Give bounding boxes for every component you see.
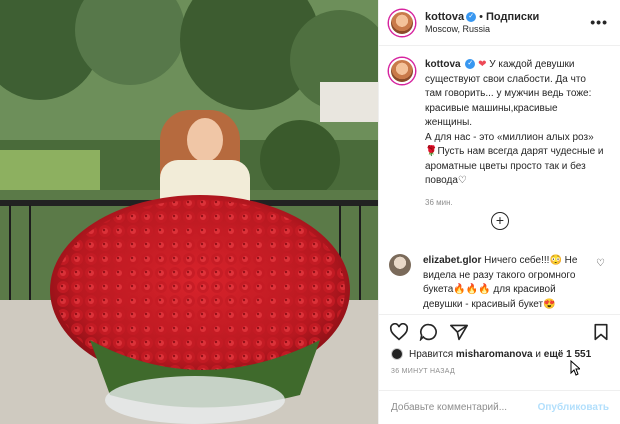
post-location[interactable]: Moscow, Russia — [425, 24, 539, 36]
comment-input[interactable]: Добавьте комментарий... — [391, 402, 507, 413]
caption-username[interactable]: kottova — [425, 59, 461, 70]
caption-avatar[interactable] — [389, 58, 415, 84]
comment-username[interactable]: elizabet.glor — [423, 255, 481, 266]
publish-button[interactable]: Опубликовать — [538, 402, 609, 413]
mouse-cursor-icon — [570, 360, 580, 376]
likes-summary: Нравится misharomanova и ещё 1 551 — [391, 348, 591, 360]
likes-prefix: Нравится — [409, 348, 454, 360]
bookmark-icon[interactable] — [593, 323, 609, 341]
likes-middle: и — [535, 348, 541, 360]
more-options-icon[interactable]: ••• — [590, 14, 608, 30]
comment-item: elizabet.glor Ничего себе!!!😳 Не видела … — [389, 254, 611, 312]
heart-emoji-icon: ❤ — [478, 59, 487, 70]
instagram-post: kottova ✓ • Подписки Moscow, Russia ••• kot… — [0, 0, 620, 424]
post-header: kottova ✓ • Подписки Moscow, Russia ••• — [379, 0, 620, 46]
post-caption: kottova ✓ ❤ У каждой девушки существуют … — [379, 46, 620, 208]
comment-text-block: elizabet.glor Ничего себе!!!😳 Не видела … — [423, 254, 591, 312]
follow-button[interactable]: Подписки — [486, 11, 539, 23]
heart-icon[interactable] — [389, 323, 409, 341]
likes-count[interactable]: ещё 1 551 — [544, 349, 591, 360]
author-username[interactable]: kottova — [425, 11, 464, 23]
verified-icon: ✓ — [466, 11, 477, 22]
comment-avatar[interactable] — [389, 254, 411, 276]
post-photo[interactable] — [0, 0, 378, 424]
action-bar — [379, 314, 620, 348]
avatar[interactable] — [389, 9, 415, 36]
post-author-info: kottova ✓ • Подписки Moscow, Russia — [425, 10, 539, 36]
post-side-panel: kottova ✓ • Подписки Moscow, Russia ••• kot… — [378, 0, 620, 424]
caption-text-block: kottova ✓ ❤ У каждой девушки существуют … — [425, 58, 605, 208]
liker-username[interactable]: misharomanova — [456, 349, 533, 360]
share-icon[interactable] — [449, 323, 469, 341]
caption-text-2: А для нас - это «миллион алых роз» 🌹Пуст… — [425, 131, 604, 187]
verified-icon: ✓ — [465, 59, 476, 70]
separator-dot: • — [479, 10, 483, 23]
load-more-icon[interactable]: + — [491, 212, 509, 230]
post-timestamp[interactable]: 36 МИНУТ НАЗАД — [391, 368, 455, 375]
post-photo-image — [0, 0, 378, 424]
comment-like-icon[interactable]: ♡ — [596, 258, 605, 269]
liker-avatar[interactable] — [391, 348, 403, 360]
caption-time: 36 мин. — [425, 197, 453, 207]
add-comment-bar: Добавьте комментарий... Опубликовать — [379, 390, 620, 424]
comment-icon[interactable] — [419, 323, 439, 341]
